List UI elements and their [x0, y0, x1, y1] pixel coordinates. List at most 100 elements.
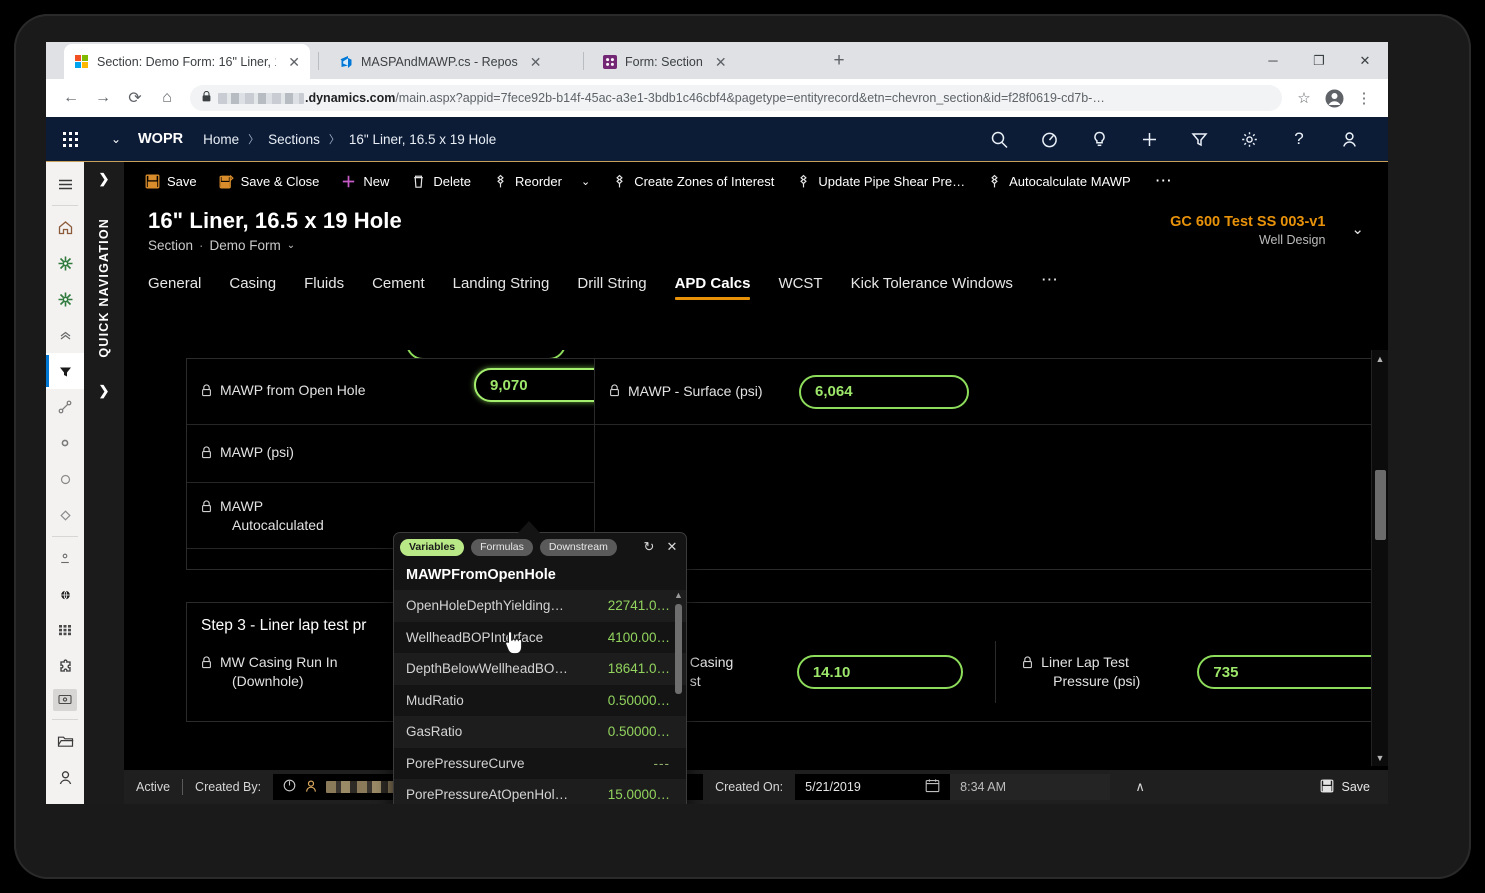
forward-icon[interactable]: → [88, 83, 118, 113]
close-icon[interactable]: ✕ [288, 55, 300, 69]
scrollbar-thumb[interactable] [675, 604, 682, 694]
tab-drill-string[interactable]: Drill String [563, 275, 660, 302]
scrollbar-thumb[interactable] [1375, 470, 1386, 540]
status-expand-icon[interactable]: ∧ [1110, 779, 1170, 795]
autocalculate-mawp-button[interactable]: Autocalculate MAWP [976, 162, 1142, 200]
chevron-down-icon[interactable]: ⌄ [1351, 220, 1364, 238]
browser-tab-2[interactable]: Form: Section ✕ [592, 44, 828, 79]
close-icon[interactable]: ✕ [715, 55, 727, 69]
save-and-close-button[interactable]: Save & Close [208, 162, 331, 200]
list-item[interactable]: MudRatio 0.50000… [394, 685, 686, 717]
circle-icon[interactable] [46, 461, 84, 497]
browser-tab-0[interactable]: Section: Demo Form: 16" Liner, 1 ✕ [64, 44, 310, 79]
delete-button[interactable]: Delete [400, 162, 482, 200]
scroll-up-icon[interactable]: ▲ [674, 590, 683, 600]
help-icon[interactable]: ? [1274, 117, 1324, 162]
new-tab-button[interactable]: + [828, 51, 850, 73]
diamond-icon[interactable] [46, 497, 84, 533]
chevron-up-icon[interactable] [46, 317, 84, 353]
liner-lap-test-input[interactable]: 735 [1197, 655, 1388, 689]
sidebar-item-sections[interactable] [46, 353, 84, 389]
status-save-button[interactable]: Save [1320, 779, 1389, 796]
tab-apd-calcs[interactable]: APD Calcs [661, 275, 765, 302]
browser-menu-icon[interactable]: ⋮ [1350, 84, 1378, 112]
scroll-up-icon[interactable]: ▲ [1372, 350, 1388, 367]
popover-scrollbar[interactable]: ▲ ▼ [674, 590, 683, 804]
tab-landing-string[interactable]: Landing String [439, 275, 564, 302]
address-bar[interactable]: .dynamics.com/main.aspx?appid=7fece92b-b… [190, 85, 1282, 111]
home-icon[interactable]: ⌂ [152, 83, 182, 113]
tab-fluids[interactable]: Fluids [290, 275, 358, 302]
person-icon[interactable] [46, 759, 84, 795]
close-icon[interactable]: ✕ [664, 539, 680, 555]
search-icon[interactable] [974, 117, 1024, 162]
created-on-date-field[interactable]: 5/21/2019 [795, 774, 951, 800]
popover-tab-formulas[interactable]: Formulas [471, 538, 533, 556]
folder-icon[interactable] [46, 723, 84, 759]
tab-casing[interactable]: Casing [215, 275, 290, 302]
filter-icon[interactable] [1174, 117, 1224, 162]
casing-test-input[interactable]: 14.10 [796, 655, 964, 689]
puzzle-icon[interactable] [46, 648, 84, 684]
quick-create-icon[interactable] [1124, 117, 1174, 162]
tab-wcst[interactable]: WCST [764, 275, 836, 302]
breadcrumb-item-home[interactable]: Home [203, 132, 239, 147]
create-zones-of-interest-button[interactable]: Create Zones of Interest [601, 162, 785, 200]
popover-tab-variables[interactable]: Variables [400, 538, 465, 556]
tab-kick-tolerance-windows[interactable]: Kick Tolerance Windows [837, 275, 1027, 302]
quick-nav-expand-bottom-icon[interactable]: ❯ [84, 374, 124, 408]
form-scrollbar[interactable]: ▲ ▼ [1371, 350, 1388, 766]
reload-icon[interactable]: ⟳ [120, 83, 150, 113]
scroll-down-icon[interactable]: ▼ [1372, 749, 1388, 766]
chevron-down-icon[interactable]: ⌄ [287, 240, 295, 251]
list-item[interactable]: OpenHoleDepthYielding… 22741.0… [394, 590, 686, 622]
pinned-icon[interactable] [46, 281, 84, 317]
tab-cement[interactable]: Cement [358, 275, 439, 302]
mawp-surface-input[interactable]: 6,064 [799, 374, 969, 409]
grid-icon[interactable] [46, 612, 84, 648]
browser-tab-1[interactable]: MASPAndMAWP.cs - Repos ✕ [328, 44, 574, 79]
site-map-icon[interactable] [46, 166, 84, 202]
breadcrumb-item-record[interactable]: 16" Liner, 16.5 x 19 Hole [349, 132, 496, 147]
recent-icon[interactable] [46, 245, 84, 281]
profile-avatar-icon[interactable] [1320, 84, 1348, 112]
created-on-time-field[interactable]: 8:34 AM [950, 774, 1111, 800]
form-tab-overflow-button[interactable]: ⋯ [1027, 270, 1073, 302]
display-icon[interactable] [53, 689, 77, 711]
globe-icon[interactable] [46, 576, 84, 612]
connection-icon[interactable] [46, 389, 84, 425]
list-item[interactable]: PorePressureCurve --- [394, 748, 686, 780]
form-selector-label[interactable]: Demo Form [210, 238, 281, 253]
update-pipe-shear-button[interactable]: Update Pipe Shear Pre… [785, 162, 976, 200]
quick-nav-expand-top-icon[interactable]: ❯ [84, 162, 124, 196]
calendar-icon[interactable] [925, 778, 940, 796]
list-item[interactable]: WellheadBOPInterface 4100.00… [394, 622, 686, 654]
user-account-icon[interactable] [1324, 117, 1374, 162]
breadcrumb-item-sections[interactable]: Sections [268, 132, 320, 147]
app-launcher-icon[interactable] [46, 117, 94, 162]
list-item[interactable]: DepthBelowWellheadBO… 18641.0… [394, 653, 686, 685]
list-item[interactable]: GasRatio 0.50000… [394, 716, 686, 748]
well-icon[interactable] [46, 540, 84, 576]
node-icon[interactable] [46, 425, 84, 461]
command-bar-overflow-button[interactable]: ⋯ [1142, 162, 1186, 200]
bookmark-star-icon[interactable]: ☆ [1290, 84, 1318, 112]
back-icon[interactable]: ← [56, 83, 86, 113]
settings-gear-icon[interactable] [1224, 117, 1274, 162]
refresh-icon[interactable]: ↻ [641, 539, 657, 555]
save-button[interactable]: Save [134, 162, 208, 200]
window-minimize-button[interactable]: ─ [1250, 42, 1296, 79]
list-item[interactable]: PorePressureAtOpenHol… 15.0000… [394, 779, 686, 804]
window-close-button[interactable]: ✕ [1342, 42, 1388, 79]
close-icon[interactable]: ✕ [530, 55, 542, 69]
assistant-icon[interactable] [1024, 117, 1074, 162]
chevron-down-icon[interactable]: ⌄ [581, 175, 590, 188]
home-icon[interactable] [46, 209, 84, 245]
chevron-down-icon[interactable]: ⌄ [94, 132, 138, 146]
window-maximize-button[interactable]: ❐ [1296, 42, 1342, 79]
reorder-button[interactable]: Reorder ⌄ [482, 162, 601, 200]
popover-tab-downstream[interactable]: Downstream [539, 538, 617, 556]
new-button[interactable]: New [330, 162, 400, 200]
tab-general[interactable]: General [148, 275, 215, 302]
lightbulb-icon[interactable] [1074, 117, 1124, 162]
